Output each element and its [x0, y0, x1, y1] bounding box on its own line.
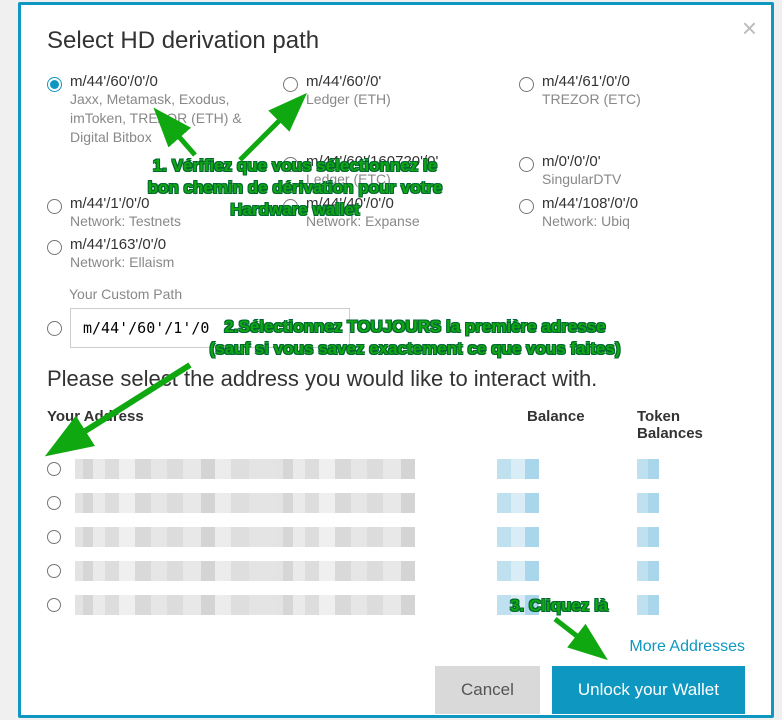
path-desc: Network: Expanse [306, 212, 420, 231]
path-label: m/44'/61'/0'/0 [542, 73, 641, 90]
token-redacted [637, 561, 659, 581]
path-option[interactable]: m/44'/40'/0'/0Network: Expanse [283, 195, 509, 231]
close-icon[interactable]: × [742, 15, 757, 41]
unlock-wallet-button[interactable]: Unlock your Wallet [552, 666, 745, 714]
header-balance: Balance [527, 408, 637, 442]
address-radio[interactable] [47, 598, 61, 612]
path-desc: TREZOR (ETC) [542, 90, 641, 109]
address-redacted [75, 459, 415, 479]
path-label: m/0'/0'/0' [542, 153, 621, 170]
path-option[interactable]: m/0'/0'/0'SingularDTV [519, 153, 745, 189]
path-radio[interactable] [47, 77, 62, 92]
path-option[interactable]: m/44'/163'/0'/0Network: Ellaism [47, 236, 273, 272]
custom-path-label: Your Custom Path [69, 286, 745, 302]
path-radio[interactable] [47, 199, 62, 214]
token-redacted [637, 527, 659, 547]
select-address-title: Please select the address you would like… [47, 366, 745, 392]
address-row[interactable] [47, 520, 745, 554]
path-option[interactable]: m/44'/61'/0'/0TREZOR (ETC) [519, 73, 745, 147]
cancel-button[interactable]: Cancel [435, 666, 540, 714]
address-redacted [75, 561, 415, 581]
path-radio[interactable] [519, 157, 534, 172]
path-radio[interactable] [283, 77, 298, 92]
path-radio[interactable] [283, 157, 298, 172]
address-table-header: Your Address Balance Token Balances [47, 408, 745, 442]
path-radio[interactable] [519, 199, 534, 214]
address-redacted [75, 595, 415, 615]
address-row[interactable] [47, 588, 745, 622]
address-row[interactable] [47, 452, 745, 486]
more-addresses: More Addresses [47, 638, 745, 656]
token-redacted [637, 493, 659, 513]
path-radio[interactable] [47, 240, 62, 255]
balance-redacted [497, 493, 539, 513]
address-radio[interactable] [47, 462, 61, 476]
path-desc: Ledger (ETC) [306, 170, 438, 189]
modal-footer: Cancel Unlock your Wallet [47, 666, 745, 714]
path-desc: SingularDTV [542, 170, 621, 189]
path-option[interactable]: m/44'/60'/0'Ledger (ETH) [283, 73, 509, 147]
path-desc: Jaxx, Metamask, Exodus, imToken, TREZOR … [70, 90, 273, 147]
token-redacted [637, 595, 659, 615]
path-label: m/44'/108'/0'/0 [542, 195, 638, 212]
path-label: m/44'/163'/0'/0 [70, 236, 174, 253]
balance-redacted [497, 595, 539, 615]
path-radio[interactable] [519, 77, 534, 92]
custom-path-row [47, 308, 745, 348]
header-address: Your Address [47, 408, 527, 442]
path-desc: Network: Ellaism [70, 253, 174, 272]
balance-redacted [497, 459, 539, 479]
balance-redacted [497, 561, 539, 581]
address-radio[interactable] [47, 530, 61, 544]
path-desc: Ledger (ETH) [306, 90, 391, 109]
path-desc: Network: Ubiq [542, 212, 638, 231]
modal-title: Select HD derivation path [47, 27, 745, 55]
hd-derivation-modal: × Select HD derivation path m/44'/60'/0'… [18, 2, 774, 718]
address-radio[interactable] [47, 564, 61, 578]
address-redacted [75, 527, 415, 547]
header-token: Token Balances [637, 408, 745, 442]
address-row[interactable] [47, 486, 745, 520]
custom-path-radio[interactable] [47, 321, 62, 336]
path-label: m/44'/40'/0'/0 [306, 195, 420, 212]
path-label: m/44'/1'/0'/0 [70, 195, 181, 212]
more-addresses-link[interactable]: More Addresses [629, 638, 745, 655]
path-label: m/44'/60'/0' [306, 73, 391, 90]
path-option[interactable]: m/44'/1'/0'/0Network: Testnets [47, 195, 273, 231]
address-row[interactable] [47, 554, 745, 588]
balance-redacted [497, 527, 539, 547]
custom-path-input[interactable] [70, 308, 350, 348]
path-label: m/44'/60'/0'/0 [70, 73, 273, 90]
path-desc: Network: Testnets [70, 212, 181, 231]
path-option[interactable]: m/44'/60'/160720'/0'Ledger (ETC) [283, 153, 509, 189]
token-redacted [637, 459, 659, 479]
path-label: m/44'/60'/160720'/0' [306, 153, 438, 170]
address-redacted [75, 493, 415, 513]
path-option[interactable]: m/44'/108'/0'/0Network: Ubiq [519, 195, 745, 231]
path-radio[interactable] [283, 199, 298, 214]
address-radio[interactable] [47, 496, 61, 510]
derivation-paths-grid: m/44'/60'/0'/0Jaxx, Metamask, Exodus, im… [47, 73, 745, 272]
path-option[interactable]: m/44'/60'/0'/0Jaxx, Metamask, Exodus, im… [47, 73, 273, 147]
